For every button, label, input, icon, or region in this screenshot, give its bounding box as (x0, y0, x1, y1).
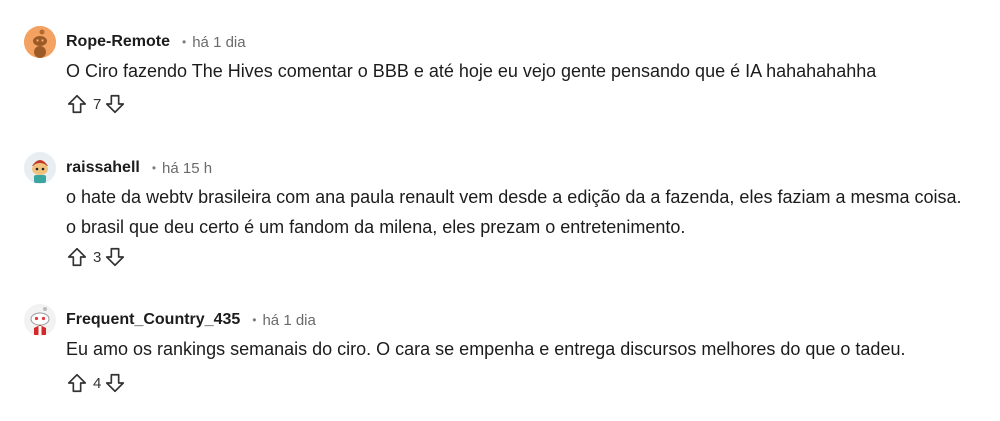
vote-bar: 3 (66, 245, 126, 269)
user-avatar[interactable] (24, 26, 56, 58)
comment-meta: raissahell • há 15 h (66, 158, 212, 178)
downvote-arrow-icon[interactable] (104, 372, 126, 394)
comment-body: o hate da webtv brasileira com ana paula… (66, 187, 962, 237)
vote-count: 4 (93, 374, 102, 392)
upvote-arrow-icon[interactable] (66, 372, 88, 394)
timestamp[interactable]: há 1 dia (262, 312, 315, 329)
vote-count: 3 (93, 248, 102, 266)
meta-separator: • (151, 161, 157, 175)
username-link[interactable]: Frequent_Country_435 (66, 311, 240, 329)
user-avatar[interactable] (24, 304, 56, 336)
username-link[interactable]: Rope-Remote (66, 33, 170, 51)
user-avatar[interactable] (24, 152, 56, 184)
downvote-arrow-icon[interactable] (104, 246, 126, 268)
username-link[interactable]: raissahell (66, 159, 140, 177)
snoo-avatar-icon (24, 304, 56, 336)
comment-body: O Ciro fazendo The Hives comentar o BBB … (66, 61, 877, 81)
comment-body: Eu amo os rankings semanais do ciro. O c… (66, 339, 906, 359)
upvote-arrow-icon[interactable] (66, 246, 88, 268)
meta-separator: • (252, 313, 257, 327)
vote-bar: 7 (66, 92, 126, 116)
downvote-arrow-icon[interactable] (104, 93, 126, 115)
vote-bar: 4 (66, 371, 126, 395)
vote-count: 7 (93, 95, 102, 113)
snoo-avatar-icon (24, 152, 56, 184)
comment-meta: Rope-Remote • há 1 dia (66, 32, 246, 52)
timestamp[interactable]: há 15 h (162, 160, 212, 177)
meta-separator: • (182, 35, 187, 49)
comment-meta: Frequent_Country_435 • há 1 dia (66, 310, 316, 330)
timestamp[interactable]: há 1 dia (192, 34, 245, 51)
snoo-avatar-icon (24, 26, 56, 58)
upvote-arrow-icon[interactable] (66, 93, 88, 115)
